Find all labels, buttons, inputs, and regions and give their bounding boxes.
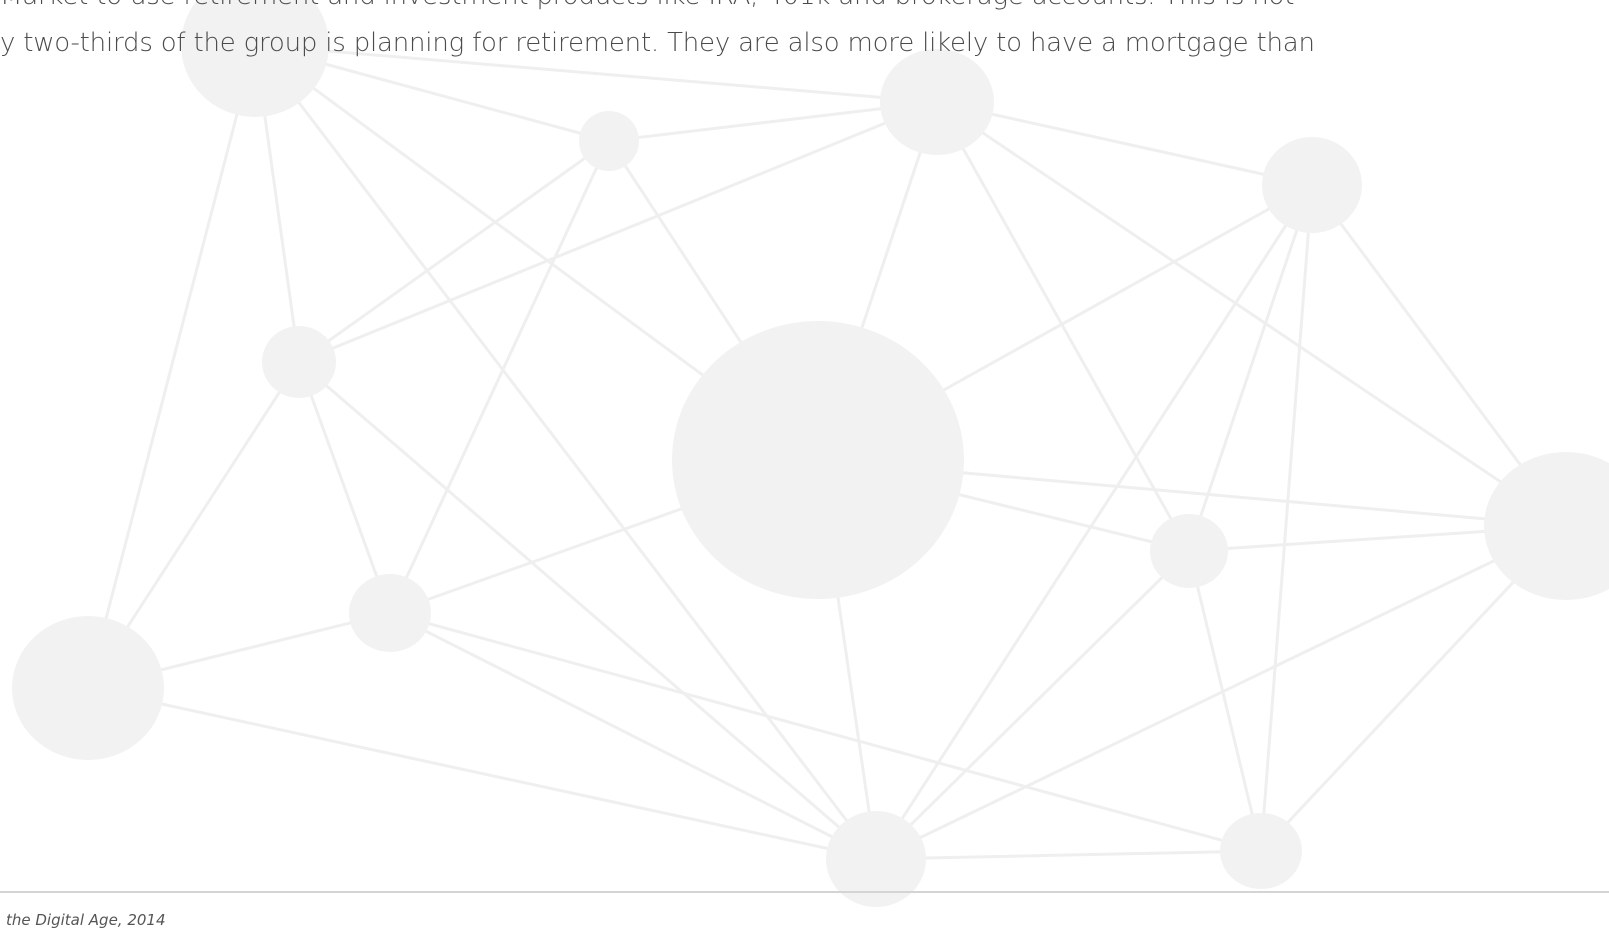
network-node-b bbox=[579, 111, 639, 171]
network-edge-b-e bbox=[298, 139, 610, 364]
network-node-l bbox=[1220, 813, 1302, 889]
network-node-h bbox=[1484, 452, 1609, 600]
network-edge-h-k bbox=[875, 524, 1567, 861]
network-node-g bbox=[1150, 514, 1228, 588]
network-node-a bbox=[181, 0, 329, 117]
network-edge-c-h bbox=[936, 100, 1567, 528]
paragraph-line-1: Market to use retirement and investment … bbox=[0, 0, 1294, 11]
network-edge-k-l bbox=[875, 849, 1262, 861]
network-edge-c-g bbox=[935, 101, 1191, 552]
source-citation: the Digital Age, 2014 bbox=[6, 911, 166, 929]
paragraph-line-2: y two-thirds of the group is planning fo… bbox=[0, 28, 1315, 58]
network-node-f bbox=[672, 321, 964, 599]
network-edge-a-j bbox=[86, 44, 257, 689]
network-node-j bbox=[12, 616, 164, 760]
network-node-c bbox=[880, 49, 994, 155]
network-node-i bbox=[349, 574, 431, 652]
footer-divider bbox=[0, 891, 1609, 893]
network-edge-g-k bbox=[874, 549, 1191, 861]
network-graph-illustration bbox=[12, 0, 1609, 907]
network-node-d bbox=[1262, 137, 1362, 233]
network-edge-b-i bbox=[388, 140, 611, 614]
network-edge-d-g bbox=[1187, 184, 1314, 552]
network-edge-g-l bbox=[1187, 550, 1263, 852]
network-edge-d-l bbox=[1259, 184, 1314, 852]
network-edge-c-d bbox=[936, 100, 1313, 187]
network-node-e bbox=[262, 326, 336, 398]
